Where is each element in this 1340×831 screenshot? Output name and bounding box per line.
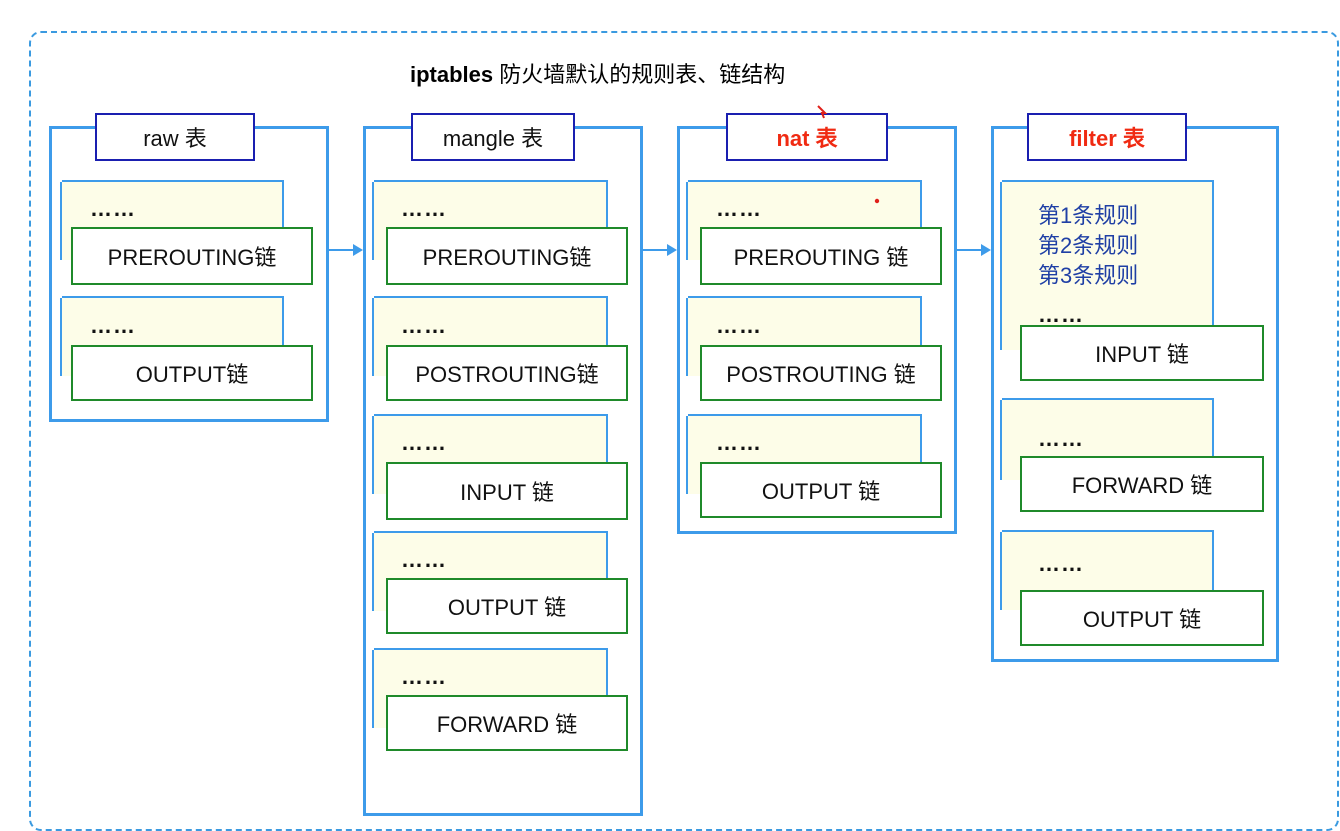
arrow-raw-to-mangle: [329, 244, 363, 256]
nat-dots-3: ……: [716, 430, 762, 455]
nat-dots-1: ……: [716, 196, 762, 221]
mangle-dots-2: ……: [401, 313, 447, 338]
raw-table-label: raw 表: [95, 113, 255, 161]
arrow-nat-to-filter: [957, 244, 991, 256]
nat-chain-prerouting: PREROUTING 链: [700, 227, 942, 285]
mangle-chain-input: INPUT 链: [386, 462, 628, 520]
mangle-table-label: mangle 表: [411, 113, 575, 161]
red-dot-icon: [874, 198, 880, 204]
nat-chain-output: OUTPUT 链: [700, 462, 942, 518]
mangle-chain-output: OUTPUT 链: [386, 578, 628, 634]
filter-rule-3: 第3条规则: [1038, 263, 1139, 288]
raw-dots-2: ……: [90, 313, 136, 338]
diagram-title: iptables 防火墙默认的规则表、链结构: [410, 57, 785, 89]
raw-chain-prerouting: PREROUTING链: [71, 227, 313, 285]
mangle-dots-1: ……: [401, 196, 447, 221]
filter-table-label: filter 表: [1027, 113, 1187, 161]
mangle-dots-4: ……: [401, 547, 447, 572]
title-rest: 防火墙默认的规则表、链结构: [493, 62, 786, 87]
filter-dots-3: ……: [1038, 551, 1084, 576]
filter-rule-2: 第2条规则: [1038, 233, 1139, 258]
filter-rule-1: 第1条规则: [1038, 203, 1139, 228]
arrow-mangle-to-nat: [643, 244, 677, 256]
filter-rules-list: 第1条规则 第2条规则 第3条规则: [1038, 201, 1138, 291]
title-bold: iptables: [410, 62, 494, 87]
nat-chain-postrouting: POSTROUTING 链: [700, 345, 942, 401]
raw-dots-1: ……: [90, 196, 136, 221]
mangle-dots-5: ……: [401, 664, 447, 689]
raw-chain-output: OUTPUT链: [71, 345, 313, 401]
filter-chain-output: OUTPUT 链: [1020, 590, 1264, 646]
cursor-mark-icon: [817, 105, 828, 119]
mangle-chain-postrouting: POSTROUTING链: [386, 345, 628, 401]
mangle-dots-3: ……: [401, 430, 447, 455]
filter-dots-2: ……: [1038, 426, 1084, 451]
filter-chain-input: INPUT 链: [1020, 325, 1264, 381]
nat-dots-2: ……: [716, 313, 762, 338]
nat-table-label: nat 表: [726, 113, 888, 161]
mangle-chain-forward: FORWARD 链: [386, 695, 628, 751]
mangle-chain-prerouting: PREROUTING链: [386, 227, 628, 285]
filter-chain-forward: FORWARD 链: [1020, 456, 1264, 512]
